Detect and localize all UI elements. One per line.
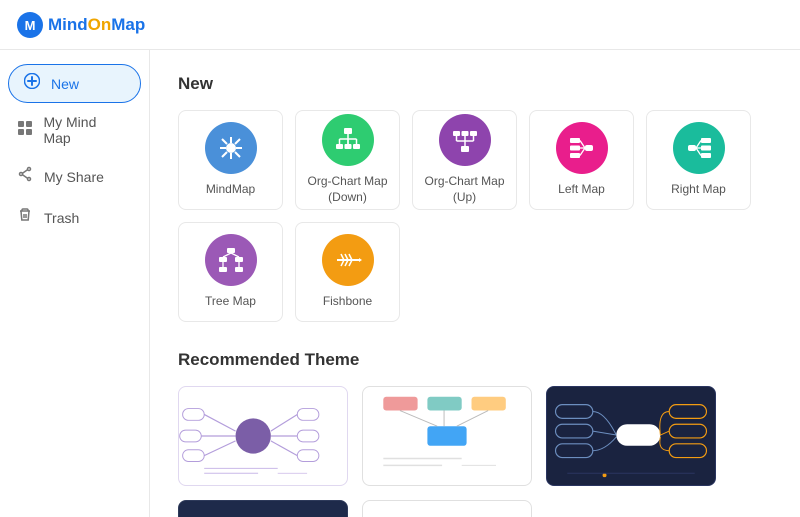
sidebar-item-new-label: New [51, 76, 79, 92]
svg-text:M: M [25, 18, 36, 33]
left-map-icon [556, 122, 608, 174]
fishbone-label: Fishbone [323, 294, 372, 310]
sidebar-item-my-share[interactable]: My Share [0, 157, 141, 196]
sidebar-item-my-share-label: My Share [44, 169, 104, 185]
theme-section: Recommended Theme [178, 350, 772, 517]
sidebar-item-new[interactable]: New [8, 64, 141, 103]
sidebar-item-my-mind-map[interactable]: My Mind Map [0, 105, 141, 155]
right-map-label: Right Map [671, 182, 726, 198]
logo: M MindOnMap [16, 11, 145, 39]
theme-card-2[interactable] [362, 386, 532, 486]
map-card-tree-map[interactable]: Tree Map [178, 222, 283, 322]
org-down-icon [322, 114, 374, 166]
logo-icon: M [16, 11, 44, 39]
theme-card-5[interactable] [362, 500, 532, 517]
new-section: New [178, 74, 772, 322]
map-card-org-up[interactable]: Org-Chart Map (Up) [412, 110, 517, 210]
org-down-label: Org-Chart Map (Down) [296, 174, 399, 205]
theme-grid [178, 386, 772, 517]
logo-maptext: Map [111, 15, 145, 34]
map-card-org-down[interactable]: Org-Chart Map (Down) [295, 110, 400, 210]
grid-icon [16, 120, 33, 141]
logo-on: On [88, 15, 112, 34]
logo-text: MindOnMap [48, 15, 145, 35]
new-section-title: New [178, 74, 772, 94]
map-card-fishbone[interactable]: Fishbone [295, 222, 400, 322]
fishbone-icon [322, 234, 374, 286]
header: M MindOnMap [0, 0, 800, 50]
theme-section-title: Recommended Theme [178, 350, 772, 370]
theme-card-1[interactable] [178, 386, 348, 486]
plus-icon [23, 73, 41, 94]
sidebar-item-trash-label: Trash [44, 210, 79, 226]
map-card-mindmap[interactable]: MindMap [178, 110, 283, 210]
sidebar-item-my-mind-map-label: My Mind Map [43, 114, 125, 146]
trash-icon [16, 207, 34, 228]
map-card-right-map[interactable]: Right Map [646, 110, 751, 210]
mindmap-icon [205, 122, 257, 174]
theme-card-3[interactable] [546, 386, 716, 486]
map-card-left-map[interactable]: Left Map [529, 110, 634, 210]
share-icon [16, 166, 34, 187]
org-up-label: Org-Chart Map (Up) [413, 174, 516, 205]
sidebar: New My Mind Map [0, 50, 150, 517]
theme-card-4[interactable] [178, 500, 348, 517]
logo-mind: Mind [48, 15, 88, 34]
main-content: New [150, 50, 800, 517]
layout: New My Mind Map [0, 50, 800, 517]
sidebar-item-trash[interactable]: Trash [0, 198, 141, 237]
right-map-icon [673, 122, 725, 174]
org-up-icon [439, 114, 491, 166]
map-type-grid: MindMap [178, 110, 772, 322]
mindmap-label: MindMap [206, 182, 255, 198]
tree-map-icon [205, 234, 257, 286]
left-map-label: Left Map [558, 182, 605, 198]
tree-map-label: Tree Map [205, 294, 256, 310]
